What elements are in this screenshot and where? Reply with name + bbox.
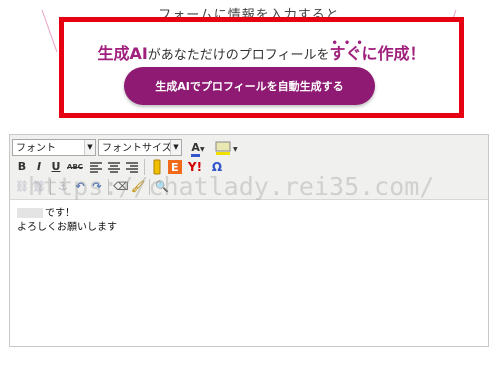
rich-text-editor: フォント ▼ フォントサイズ ▼ A▼ ▼ B I U ABC E Y! Ω ⛓… [9, 134, 489, 347]
generate-profile-button[interactable]: 生成AIでプロフィールを自動生成する [124, 67, 375, 105]
emphasis-dots: ••• [331, 38, 369, 49]
blurred-name [17, 208, 43, 218]
promo-box: 生成AIがあなただけのプロフィールを ••• すぐに作成！ 生成AIでプロフィールを… [59, 17, 464, 118]
chevron-down-icon: ▼ [84, 140, 95, 155]
content-line-1-text: です！ [45, 208, 75, 219]
font-select[interactable]: フォント ▼ [12, 139, 96, 156]
font-select-value: フォント [16, 143, 56, 154]
highlight-color-button[interactable]: ▼ [214, 140, 240, 156]
content-line-1: です！ [17, 207, 117, 221]
editor-content[interactable]: です！ よろしくお願いします [17, 207, 117, 235]
headline-ai: 生成AI [97, 44, 148, 63]
headline: 生成AIがあなただけのプロフィールを ••• すぐに作成！ [64, 38, 459, 64]
watermark: https://chatlady.rei35.com/ [28, 172, 435, 201]
highlight-icon: ▼ [215, 141, 238, 155]
headline-middle: があなただけのプロフィールを [147, 48, 330, 63]
font-size-select-value: フォントサイズ [102, 143, 172, 154]
font-size-select[interactable]: フォントサイズ ▼ [98, 139, 182, 156]
chevron-down-icon: ▼ [170, 140, 181, 155]
font-color-icon: A [191, 141, 200, 157]
font-color-button[interactable]: A▼ [187, 140, 209, 157]
svg-text:▼: ▼ [233, 146, 238, 153]
headline-fast: ••• すぐに作成！ [330, 38, 426, 63]
content-line-2: よろしくお願いします [17, 222, 117, 233]
